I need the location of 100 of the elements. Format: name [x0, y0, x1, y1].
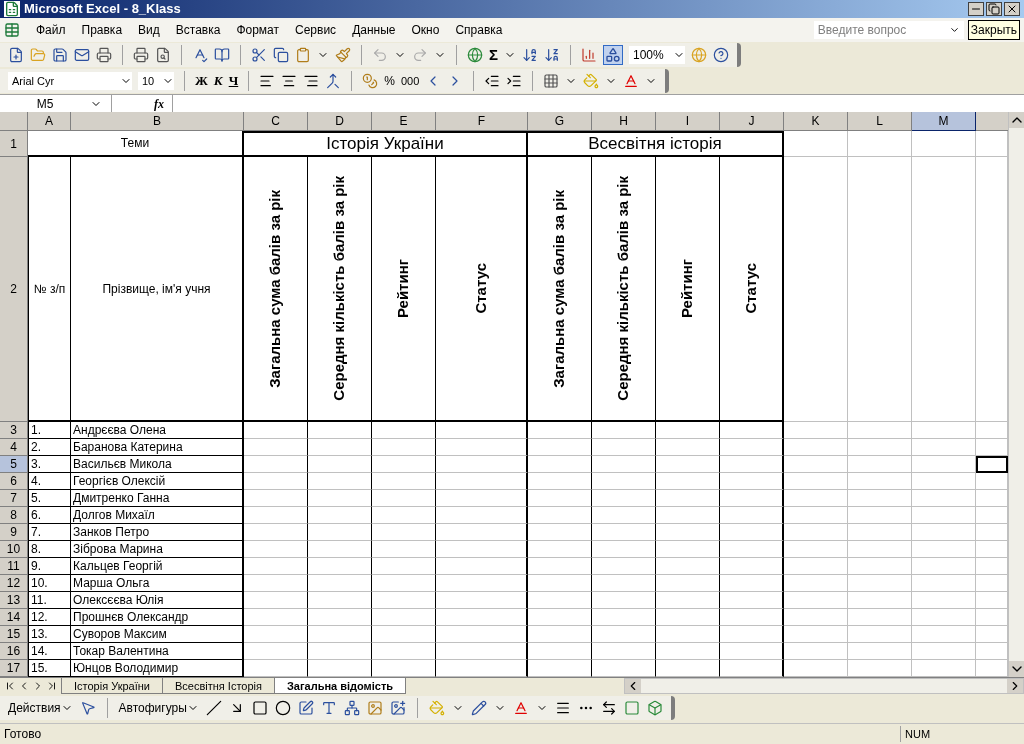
thousands-button[interactable]: 000	[400, 72, 420, 90]
spelling-icon[interactable]	[192, 47, 208, 63]
text-box-icon[interactable]	[297, 700, 314, 716]
menu-item[interactable]: Вставка	[167, 21, 229, 39]
bold-button[interactable]: Ж	[195, 71, 208, 91]
scroll-down-icon[interactable]	[1009, 661, 1024, 677]
sheet-tab[interactable]: Історія України	[61, 678, 163, 694]
row-header[interactable]: 9	[0, 524, 28, 541]
first-sheet-icon[interactable]	[4, 680, 16, 692]
picture-icon[interactable]	[389, 700, 406, 716]
drawing-toggle-icon[interactable]	[603, 45, 623, 65]
menu-item[interactable]: Файл	[28, 21, 74, 39]
column-header[interactable]: F	[436, 112, 528, 131]
font-color-icon[interactable]	[512, 700, 529, 716]
font-dropdown[interactable]: Arial Cyr	[8, 72, 132, 90]
row-header[interactable]: 3	[0, 422, 28, 439]
workbook-icon[interactable]	[4, 22, 20, 38]
fill-color-icon[interactable]	[583, 73, 600, 89]
column-header[interactable]: D	[308, 112, 372, 131]
scissors-icon[interactable]	[251, 47, 267, 63]
row-header[interactable]: 17	[0, 660, 28, 677]
copy-icon[interactable]	[273, 47, 289, 63]
column-header[interactable]: I	[656, 112, 720, 131]
font-color-icon[interactable]	[623, 73, 640, 89]
column-header[interactable]: E	[372, 112, 436, 131]
actions-menu[interactable]: Действия	[8, 699, 73, 717]
decrease-indent-icon[interactable]	[484, 73, 501, 89]
line-icon[interactable]	[205, 700, 222, 716]
scroll-right-icon[interactable]	[1007, 679, 1023, 693]
sheet-tab[interactable]: Загальна відомість	[273, 678, 407, 694]
column-header[interactable]: G	[528, 112, 592, 131]
autoshapes-menu[interactable]: Автофигуры	[118, 699, 199, 717]
print-preview-icon[interactable]	[155, 47, 171, 63]
row-header[interactable]: 8	[0, 507, 28, 524]
menu-item[interactable]: Справка	[447, 21, 511, 39]
borders-icon[interactable]	[543, 73, 560, 89]
help-icon[interactable]	[713, 47, 729, 63]
row-header[interactable]: 6	[0, 473, 28, 490]
row-header[interactable]: 16	[0, 643, 28, 660]
italic-button[interactable]: К	[213, 71, 223, 91]
menu-item[interactable]: Вид	[130, 21, 168, 39]
align-right-icon[interactable]	[303, 73, 320, 89]
scroll-up-icon[interactable]	[1009, 112, 1024, 128]
horizontal-scrollbar[interactable]	[624, 678, 1024, 694]
pointer-icon[interactable]	[79, 700, 96, 716]
row-header[interactable]: 11	[0, 558, 28, 575]
line-style-icon[interactable]	[554, 700, 571, 716]
oval-icon[interactable]	[274, 700, 291, 716]
underline-button[interactable]: Ч	[228, 71, 239, 91]
sort-ascending-icon[interactable]	[522, 47, 538, 63]
vertical-scrollbar[interactable]	[1008, 112, 1024, 677]
research-icon[interactable]	[214, 47, 230, 63]
row-header[interactable]: 2	[0, 157, 28, 422]
percent-button[interactable]: %	[384, 72, 395, 90]
print-icon[interactable]	[133, 47, 149, 63]
select-all-button[interactable]	[0, 112, 28, 131]
printer-icon[interactable]	[96, 47, 112, 63]
paintbrush-icon[interactable]	[335, 47, 351, 63]
arrow-style-icon[interactable]	[600, 700, 617, 716]
scroll-left-icon[interactable]	[625, 679, 641, 693]
column-header[interactable]: A	[28, 112, 71, 131]
help-search-field[interactable]: Введите вопрос	[813, 21, 964, 39]
menu-item[interactable]: Формат	[228, 21, 288, 39]
active-cell[interactable]	[976, 456, 1008, 473]
menu-item[interactable]: Данные	[344, 21, 404, 39]
row-header[interactable]: 12	[0, 575, 28, 592]
autosum-button[interactable]: Σ	[489, 43, 498, 67]
row-header[interactable]: 13	[0, 592, 28, 609]
align-center-icon[interactable]	[281, 73, 298, 89]
column-header[interactable]: L	[848, 112, 912, 131]
column-header[interactable]: J	[720, 112, 784, 131]
align-left-icon[interactable]	[259, 73, 276, 89]
new-document-icon[interactable]	[8, 47, 24, 63]
diagram-icon[interactable]	[343, 700, 360, 716]
column-header[interactable]: C	[244, 112, 308, 131]
row-header[interactable]: 14	[0, 609, 28, 626]
3d-icon[interactable]	[646, 700, 663, 716]
sort-descending-icon[interactable]	[544, 47, 560, 63]
currency-icon[interactable]	[362, 73, 379, 89]
column-header[interactable]: H	[592, 112, 656, 131]
row-header[interactable]: 4	[0, 439, 28, 456]
row-header[interactable]: 15	[0, 626, 28, 643]
globe-icon[interactable]	[467, 47, 483, 63]
row-header[interactable]: 7	[0, 490, 28, 507]
zoom-dropdown[interactable]: 100%	[629, 46, 685, 64]
column-header[interactable]: M	[912, 112, 976, 131]
line-color-icon[interactable]	[470, 700, 487, 716]
increase-indent-icon[interactable]	[506, 73, 523, 89]
menu-item[interactable]: Сервис	[287, 21, 345, 39]
row-header[interactable]: 1	[0, 131, 28, 157]
menu-item[interactable]: Окно	[403, 21, 448, 39]
rectangle-icon[interactable]	[251, 700, 268, 716]
mail-icon[interactable]	[74, 47, 90, 63]
column-header[interactable]: B	[71, 112, 244, 131]
column-header[interactable]: K	[784, 112, 848, 131]
clip-art-icon[interactable]	[366, 700, 383, 716]
clipboard-icon[interactable]	[295, 47, 311, 63]
function-button[interactable]: fx	[154, 94, 164, 113]
row-header[interactable]: 5	[0, 456, 28, 473]
font-size-dropdown[interactable]: 10	[138, 72, 174, 90]
